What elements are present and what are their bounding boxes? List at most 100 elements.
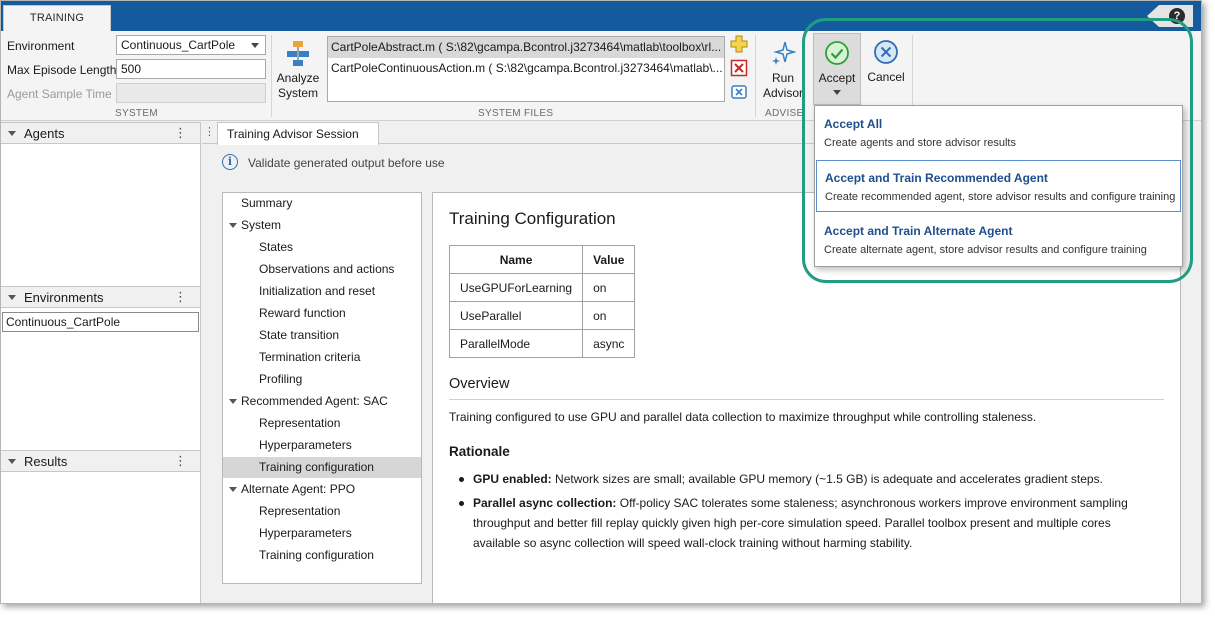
system-files-list[interactable]: CartPoleAbstract.m ( S:\82\gcampa.Bcontr…	[327, 36, 725, 102]
config-table: Name Value UseGPUForLearning on UseParal…	[448, 245, 636, 358]
section-label-advise: ADVISE	[765, 108, 804, 119]
tree-item[interactable]: Training configuration	[223, 545, 421, 566]
agents-panel-header[interactable]: Agents ⋮	[1, 122, 200, 144]
table-cell: on	[582, 273, 636, 302]
bullet-text: Network sizes are small; available GPU m…	[551, 472, 1103, 486]
info-icon: i	[222, 154, 238, 170]
menu-item-description: Create alternate agent, store advisor re…	[824, 244, 1147, 256]
tree-item[interactable]: States	[223, 237, 421, 258]
tree-item[interactable]: Training configuration	[223, 457, 421, 478]
table-row: UseGPUForLearning on	[448, 273, 636, 302]
section-label-system-files: SYSTEM FILES	[478, 108, 554, 119]
tree-item[interactable]: Representation	[223, 501, 421, 522]
overview-heading: Overview	[449, 376, 510, 392]
training-advisor-window: TRAINING ADVISOR ? Environment Continuou…	[0, 0, 1202, 604]
title-bar: TRAINING ADVISOR ?	[1, 1, 1201, 48]
tree-item[interactable]: Hyperparameters	[223, 435, 421, 456]
environment-list-item[interactable]: Continuous_CartPole	[2, 312, 199, 332]
menu-item-accept-train-alternate[interactable]: Accept and Train Alternate Agent Create …	[816, 214, 1181, 266]
environment-dropdown[interactable]: Continuous_CartPole	[116, 35, 266, 55]
tree-item[interactable]: Initialization and reset	[223, 281, 421, 302]
max-episode-length-input[interactable]: 500	[116, 59, 266, 79]
tree-item[interactable]: Alternate Agent: PPO	[223, 479, 421, 500]
remove-file-icon[interactable]	[730, 59, 748, 77]
environments-panel-header[interactable]: Environments ⋮	[1, 286, 200, 308]
expand-caret-icon[interactable]	[229, 487, 237, 492]
tab-training-advisor-session[interactable]: Training Advisor Session	[217, 122, 379, 145]
tree-item-label: Representation	[259, 416, 341, 430]
tree-item[interactable]: Termination criteria	[223, 347, 421, 368]
overview-divider	[449, 399, 1164, 400]
tree-item[interactable]: Profiling	[223, 369, 421, 390]
table-cell: on	[582, 301, 636, 330]
collapse-icon[interactable]	[8, 459, 16, 464]
menu-item-accept-all[interactable]: Accept All Create agents and store advis…	[816, 107, 1181, 159]
tree-item-label: Initialization and reset	[259, 284, 376, 298]
file-row[interactable]: CartPoleContinuousAction.m ( S:\82\gcamp…	[328, 58, 724, 79]
table-header-value: Value	[582, 245, 636, 274]
environment-value: Continuous_CartPole	[121, 38, 236, 52]
panel-menu-icon[interactable]: ⋮	[174, 125, 187, 141]
chevron-down-icon	[251, 43, 259, 48]
agent-sample-time-label: Agent Sample Time	[7, 87, 112, 101]
max-episode-length-label: Max Episode Length	[7, 63, 117, 77]
tree-item[interactable]: Observations and actions	[223, 259, 421, 280]
panel-menu-icon[interactable]: ⋮	[174, 289, 187, 305]
tree-item-label: System	[241, 218, 282, 232]
tree-item-label: Alternate Agent: PPO	[241, 482, 356, 496]
table-cell: UseGPUForLearning	[448, 273, 584, 302]
content-title: Training Configuration	[449, 209, 616, 228]
tab-menu-icon[interactable]: ⋮	[204, 125, 215, 138]
tree-item-label: Recommended Agent: SAC	[241, 394, 388, 408]
bullet-lead: GPU enabled:	[473, 472, 552, 486]
cancel-label: Cancel	[867, 70, 905, 84]
collapse-icon[interactable]	[8, 295, 16, 300]
tree-item[interactable]: Reward function	[223, 303, 421, 324]
expand-caret-icon[interactable]	[229, 223, 237, 228]
table-cell: ParallelMode	[448, 329, 584, 358]
rationale-bullet: Parallel async collection: Off-policy SA…	[459, 493, 1143, 553]
tree-item[interactable]: Recommended Agent: SAC	[223, 391, 421, 412]
table-row: UseParallel on	[448, 301, 636, 330]
table-cell: UseParallel	[448, 301, 584, 330]
results-panel-title: Results	[24, 454, 68, 469]
help-icon[interactable]: ?	[1169, 8, 1185, 24]
menu-item-description: Create agents and store advisor results	[824, 137, 1016, 149]
table-cell: async	[582, 329, 636, 358]
collapse-icon[interactable]	[8, 131, 16, 136]
tree-item-label: Observations and actions	[259, 262, 395, 276]
menu-item-accept-train-recommended[interactable]: Accept and Train Recommended Agent Creat…	[816, 160, 1181, 212]
expand-caret-icon[interactable]	[229, 399, 237, 404]
results-panel-header[interactable]: Results ⋮	[1, 450, 200, 472]
bullet-lead: Parallel async collection:	[473, 496, 617, 510]
clear-files-icon[interactable]	[730, 83, 748, 101]
accept-button[interactable]: Accept	[813, 33, 861, 105]
cancel-button[interactable]: Cancel	[865, 38, 907, 85]
tree-item-label: Hyperparameters	[259, 438, 352, 452]
info-message: Validate generated output before use	[248, 156, 445, 170]
run-label-line2: Advisor	[762, 86, 803, 100]
tree-item-label: Summary	[241, 196, 293, 210]
tree-item-label: Representation	[259, 504, 341, 518]
rationale-heading: Rationale	[449, 444, 510, 459]
environments-panel-title: Environments	[24, 290, 104, 305]
analyze-system-button[interactable]: Analyze System	[275, 39, 321, 101]
accept-label: Accept	[818, 71, 856, 85]
tree-item[interactable]: Representation	[223, 413, 421, 434]
chevron-down-icon	[833, 90, 841, 95]
section-label-system: SYSTEM	[115, 108, 158, 119]
run-advisor-button[interactable]: Run Advisor	[761, 39, 805, 105]
tab-training-advisor[interactable]: TRAINING ADVISOR	[3, 5, 111, 48]
left-panel: Agents ⋮ Environments ⋮ Continuous_CartP…	[1, 122, 201, 603]
file-row[interactable]: CartPoleAbstract.m ( S:\82\gcampa.Bcontr…	[328, 37, 724, 58]
tree-item-label: Termination criteria	[259, 350, 361, 364]
add-file-icon[interactable]	[730, 35, 748, 53]
panel-menu-icon[interactable]: ⋮	[174, 453, 187, 469]
tree-item[interactable]: State transition	[223, 325, 421, 346]
sparkle-icon	[772, 41, 797, 65]
tree-item-label: States	[259, 240, 294, 254]
tree-item[interactable]: System	[223, 215, 421, 236]
tree-item[interactable]: Summary	[223, 193, 421, 214]
analyze-label-line2: System	[277, 86, 318, 100]
tree-item[interactable]: Hyperparameters	[223, 523, 421, 544]
